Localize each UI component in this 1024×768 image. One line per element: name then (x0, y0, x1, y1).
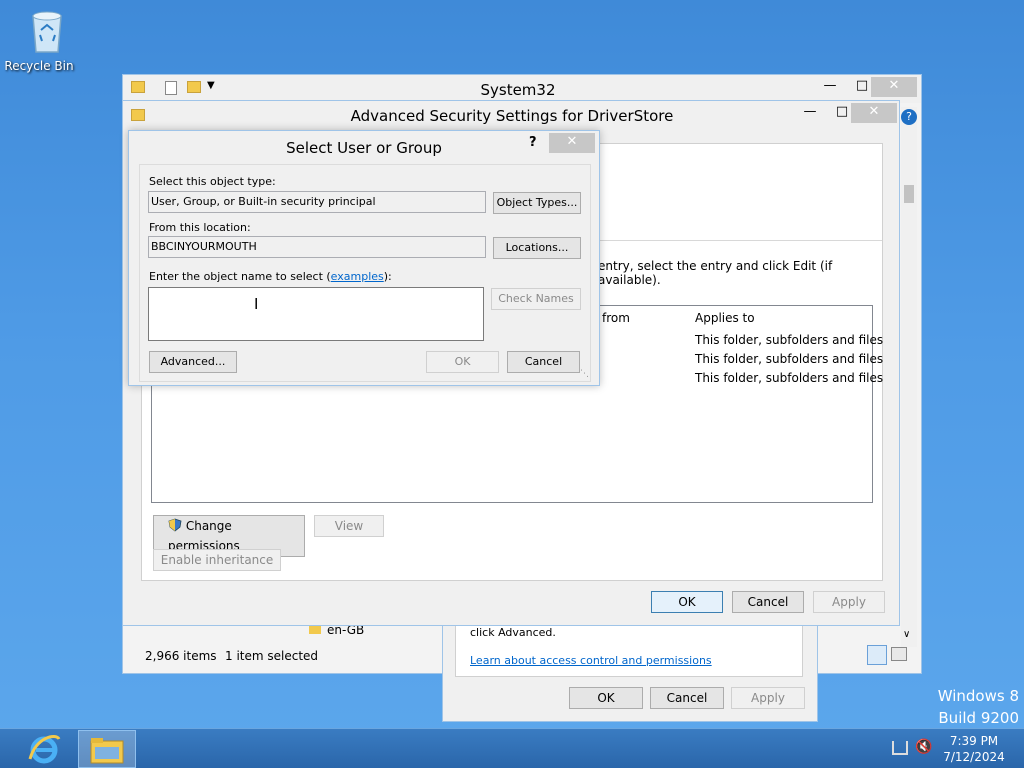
recycle-bin-shortcut[interactable]: Recycle Bin (4, 6, 74, 76)
table-row[interactable]: This folder, subfolders and files (695, 333, 883, 347)
object-name-label: Enter the object name to select (example… (149, 270, 392, 283)
properties-dialog: click Advanced. Learn about access contr… (442, 610, 818, 722)
scroll-down-icon[interactable]: ∨ (903, 629, 910, 640)
view-button[interactable]: View (314, 515, 384, 537)
advanced-button[interactable]: Advanced... (149, 351, 237, 373)
large-icons-view-icon[interactable] (891, 647, 907, 661)
props-apply-button[interactable]: Apply (731, 687, 805, 709)
properties-panel: click Advanced. Learn about access contr… (455, 617, 803, 677)
explorer-scrollbar[interactable]: ? ∨ (901, 107, 917, 647)
advanced-hint-text: click Advanced. (470, 626, 556, 639)
object-name-label-prefix: Enter the object name to select ( (149, 270, 331, 283)
volume-muted-icon[interactable]: 🔇 (915, 739, 932, 755)
object-type-label: Select this object type: (149, 175, 276, 188)
help-icon[interactable]: ? (901, 109, 917, 125)
instruction-text: entry, select the entry and click Edit (… (598, 259, 833, 287)
examples-link[interactable]: examples (331, 270, 384, 283)
resize-grip-icon[interactable]: ⋱ (580, 369, 589, 379)
status-item-count: 2,966 items (145, 649, 217, 663)
props-cancel-button[interactable]: Cancel (650, 687, 724, 709)
internet-explorer-icon (28, 735, 61, 764)
props-ok-button[interactable]: OK (569, 687, 643, 709)
explorer-titlebar: ▼ System32 — □ ✕ (123, 75, 921, 103)
access-control-link[interactable]: Learn about access control and permissio… (470, 654, 712, 667)
close-button[interactable]: ✕ (549, 133, 595, 153)
network-icon[interactable] (892, 741, 908, 755)
status-selected: 1 item selected (225, 649, 319, 663)
close-button[interactable]: ✕ (851, 103, 897, 123)
location-field: BBCINYOURMOUTH (148, 236, 486, 258)
select-user-dialog: Select User or Group ? ✕ Select this obj… (128, 130, 600, 386)
location-label: From this location: (149, 221, 251, 234)
advanced-ok-button[interactable]: OK (651, 591, 723, 613)
close-button[interactable]: ✕ (871, 77, 917, 97)
watermark-line-2: Build 9200 (938, 709, 1019, 727)
help-button[interactable]: ? (529, 135, 537, 150)
check-names-button[interactable]: Check Names (491, 288, 581, 310)
details-view-icon[interactable] (867, 645, 887, 665)
watermark-line-1: Windows 8 (937, 687, 1019, 705)
clock-date: 7/12/2024 (943, 750, 1005, 764)
select-user-cancel-button[interactable]: Cancel (507, 351, 580, 373)
object-types-button[interactable]: Object Types... (493, 192, 581, 214)
uac-shield-icon (168, 518, 182, 532)
object-name-label-suffix: ): (383, 270, 392, 283)
scrollbar-thumb[interactable] (904, 185, 914, 203)
explorer-title: System32 (480, 81, 556, 99)
file-explorer-icon (90, 738, 124, 764)
text-cursor-icon: I (254, 295, 259, 313)
taskbar: 🔇 7:39 PM 7/12/2024 (0, 728, 1024, 768)
object-name-input[interactable] (148, 287, 484, 341)
select-user-ok-button[interactable]: OK (426, 351, 499, 373)
advanced-apply-button[interactable]: Apply (813, 591, 885, 613)
advanced-title: Advanced Security Settings for DriverSto… (350, 107, 674, 125)
clock[interactable]: 7:39 PM 7/12/2024 (942, 733, 1006, 765)
clock-time: 7:39 PM (949, 734, 999, 748)
recycle-bin-icon (31, 11, 62, 53)
enable-inheritance-button[interactable]: Enable inheritance (153, 549, 281, 571)
table-row[interactable]: This folder, subfolders and files (695, 371, 883, 385)
file-explorer-button[interactable] (78, 730, 136, 768)
recycle-bin-label: Recycle Bin (4, 59, 74, 73)
table-row[interactable]: This folder, subfolders and files (695, 352, 883, 366)
locations-button[interactable]: Locations... (493, 237, 581, 259)
internet-explorer-button[interactable] (26, 731, 66, 767)
advanced-cancel-button[interactable]: Cancel (732, 591, 804, 613)
column-header-applies-to[interactable]: Applies to (695, 311, 755, 325)
column-header-from[interactable]: from (602, 311, 630, 325)
object-type-field: User, Group, or Built-in security princi… (148, 191, 486, 213)
windows-watermark: Windows 8 Build 9200 (938, 685, 1019, 729)
